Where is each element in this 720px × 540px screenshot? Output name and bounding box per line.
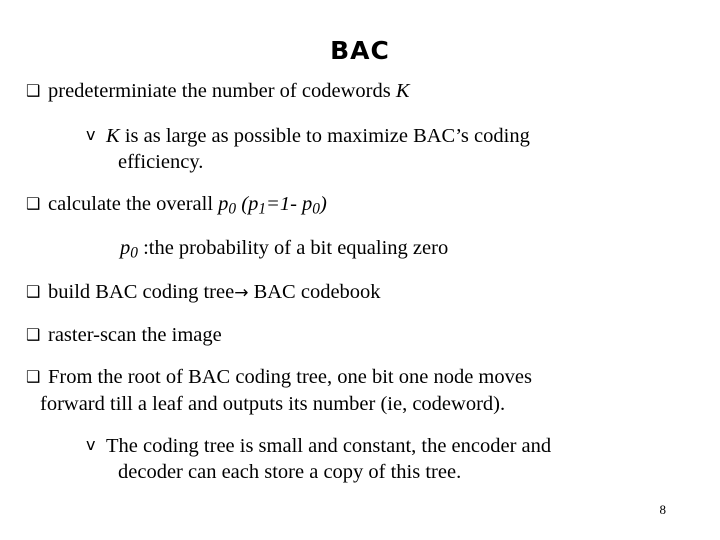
bullet-text-tail: BAC codebook (248, 280, 381, 303)
symbol-p0-b-subscript: 0 (312, 200, 320, 218)
square-bullet-icon: ❑ (26, 281, 41, 301)
slide: BAC ❑ predeterminiate the number of code… (0, 0, 720, 540)
bullet-text-line2: forward till a leaf and outputs its numb… (40, 392, 506, 415)
bullet-item-coding-tree-small: v The coding tree is small and constant,… (86, 433, 706, 485)
symbol-p1: p (248, 192, 259, 215)
symbol-p0-subscript: 0 (228, 200, 237, 218)
bullet-item-from-root: ❑ From the root of BAC coding tree, one … (26, 364, 698, 416)
bullet-text: predeterminiate the number of codewords (48, 80, 396, 102)
bullet-text-line1: The coding tree is small and constant, t… (106, 434, 552, 457)
symbol-p0-c-subscript: 0 (130, 244, 138, 262)
bullet-text-italic-k2: K (106, 125, 120, 148)
text-line-p0-probability: p0 :the probability of a bit equaling ze… (120, 235, 700, 263)
diamond-bullet-icon: v (86, 125, 96, 145)
bullet-text-italic-k: K (395, 80, 410, 102)
text-line-rest: :the probability of a bit equaling zero (137, 236, 449, 259)
bullet-item-predeterminate: ❑ predeterminiate the number of codeword… (26, 78, 698, 104)
square-bullet-icon: ❑ (26, 193, 41, 213)
page-title: BAC (330, 36, 390, 65)
bullet-text: raster-scan the image (48, 324, 222, 347)
bullet-text: build BAC coding tree (48, 280, 235, 303)
bullet-item-k-large: v K is as large as possible to maximize … (86, 123, 706, 175)
symbol-p0-b: p (302, 192, 313, 215)
arrow-icon: → (234, 282, 249, 303)
page-number: 8 (659, 502, 667, 517)
paren-open: ( (236, 192, 249, 215)
bullet-text-line2: decoder can each store a copy of this tr… (118, 460, 462, 483)
equation-part: =1- (266, 192, 303, 215)
slide-body: ❑ predeterminiate the number of codeword… (0, 78, 720, 485)
bullet-item-build-tree: ❑ build BAC coding tree→ BAC codebook (26, 279, 698, 305)
diamond-bullet-icon: v (86, 434, 96, 454)
bullet-item-calculate-p0: ❑ calculate the overall p0 (p1=1- p0) (26, 191, 698, 219)
symbol-p1-subscript: 1 (258, 200, 266, 218)
bullet-text-line1: From the root of BAC coding tree, one bi… (48, 366, 532, 389)
bullet-text: is as large as possible to maximize BAC’… (119, 125, 530, 148)
square-bullet-icon: ❑ (26, 367, 41, 387)
paren-close: ) (319, 192, 327, 215)
symbol-p0: p (218, 192, 229, 215)
square-bullet-icon: ❑ (26, 325, 41, 345)
bullet-item-raster-scan: ❑ raster-scan the image (26, 322, 698, 348)
bullet-text-line2: efficiency. (118, 151, 204, 174)
symbol-p0-c: p (120, 236, 131, 259)
square-bullet-icon: ❑ (26, 81, 41, 100)
bullet-text: calculate the overall (48, 192, 219, 215)
